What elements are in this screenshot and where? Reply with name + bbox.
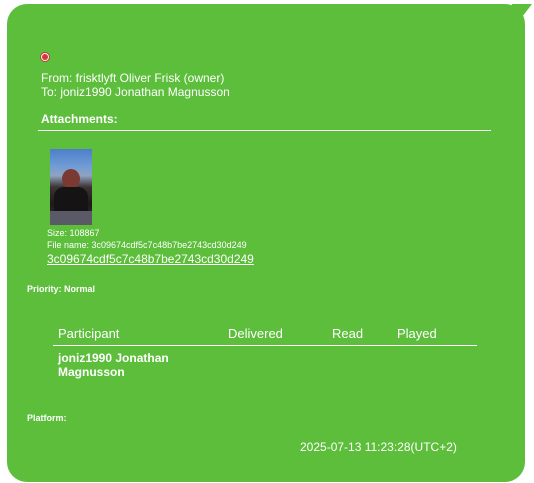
platform-label: Platform: xyxy=(27,413,67,423)
thumbnail-ground xyxy=(50,211,92,225)
table-header-delivered: Delivered xyxy=(228,326,283,341)
attachment-thumbnail[interactable] xyxy=(50,149,92,225)
priority-label: Priority: Normal xyxy=(27,284,96,294)
message-content: From: frisktlyft Oliver Frisk (owner) To… xyxy=(7,4,525,482)
table-header-divider xyxy=(53,345,477,346)
thumbnail-person-head xyxy=(62,169,80,189)
from-line: From: frisktlyft Oliver Frisk (owner) xyxy=(41,71,225,85)
table-row-participant: joniz1990 Jonathan Magnusson xyxy=(58,351,169,379)
chat-message-view: From: frisktlyft Oliver Frisk (owner) To… xyxy=(0,0,534,483)
thumbnail-person-body xyxy=(54,187,88,213)
attachments-heading: Attachments: xyxy=(41,112,118,126)
attachment-size: Size: 108867 xyxy=(47,228,100,238)
attachment-file-name: File name: 3c09674cdf5c7c48b7be2743cd30d… xyxy=(47,240,247,250)
attachments-divider xyxy=(38,130,491,131)
table-header-participant: Participant xyxy=(58,326,120,341)
table-header-played: Played xyxy=(397,326,437,341)
close-icon[interactable] xyxy=(40,52,50,62)
to-line: To: joniz1990 Jonathan Magnusson xyxy=(41,85,230,99)
attachment-link[interactable]: 3c09674cdf5c7c48b7be2743cd30d249 xyxy=(47,252,254,266)
table-header-read: Read xyxy=(332,326,364,341)
message-timestamp: 2025-07-13 11:23:28(UTC+2) xyxy=(300,440,457,454)
